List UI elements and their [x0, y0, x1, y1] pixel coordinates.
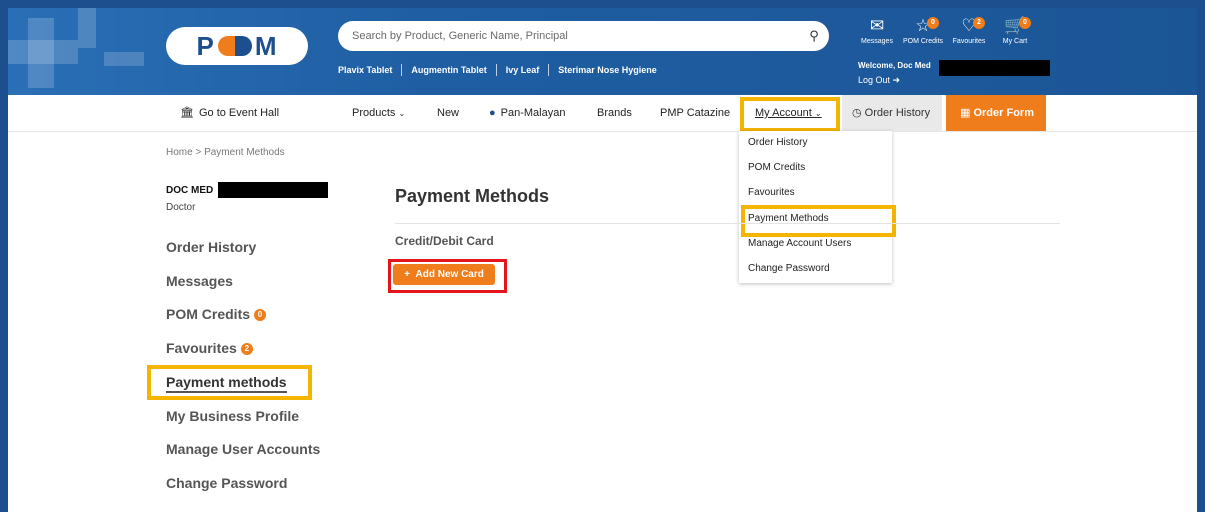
credits-badge: 0	[254, 309, 267, 321]
nav-products-label: Products	[352, 107, 396, 119]
decor-cross	[104, 52, 144, 66]
page-title: Payment Methods	[395, 186, 550, 206]
sidebar-item-label: Messages	[166, 273, 233, 289]
nav-order-history[interactable]: ◷ Order History	[842, 95, 942, 131]
chevron-down-icon: ⌄	[398, 109, 406, 118]
favourites-badge: 2	[240, 343, 253, 355]
welcome-text: Welcome, Doc Med	[858, 61, 931, 70]
plus-icon: +	[404, 269, 410, 280]
cart-icon: 🛒	[1004, 16, 1026, 35]
favourites-label: Favourites	[952, 38, 986, 45]
sidebar-item-label: Manage User Accounts	[166, 441, 321, 457]
nav-event-hall[interactable]: 🏛 Go to Event Hall	[180, 95, 279, 131]
favourites-count-badge: 2	[973, 17, 985, 29]
highlight-my-account	[740, 97, 840, 132]
nav-brands[interactable]: Brands	[597, 95, 632, 131]
nav-catazine[interactable]: PMP Catazine	[660, 95, 730, 131]
breadcrumb: Home > Payment Methods	[166, 147, 285, 158]
highlight-dropdown-payment-methods	[741, 205, 896, 237]
logout-icon: ➜	[892, 75, 901, 85]
redaction-bar	[939, 60, 1050, 76]
section-label: Credit/Debit Card	[395, 234, 494, 248]
sidebar-item-manage-user-accounts[interactable]: Manage User Accounts	[166, 441, 320, 457]
cart-button[interactable]: 🛒 0 My Cart	[992, 16, 1038, 45]
sidebar-item-messages[interactable]: Messages	[166, 273, 233, 289]
pom-credits-label: POM Credits	[902, 38, 944, 45]
nav-pan-malayan-label: Pan-Malayan	[500, 107, 566, 119]
search-icon[interactable]: ⚲	[805, 27, 823, 45]
favourites-button[interactable]: ♡ 2 Favourites	[946, 16, 992, 45]
sidebar-item-order-history[interactable]: Order History	[166, 239, 256, 255]
quick-link[interactable]: Plavix Tablet	[338, 65, 401, 75]
quick-link[interactable]: Augmentin Tablet	[402, 65, 495, 75]
user-name: DOC MED	[166, 185, 214, 196]
redaction-bar	[218, 182, 328, 198]
nav-pan-malayan[interactable]: ● Pan-Malayan	[489, 95, 565, 131]
divider	[395, 223, 1060, 224]
nav-products[interactable]: Products ⌄	[352, 95, 405, 131]
messages-label: Messages	[861, 38, 893, 45]
sidebar-item-pom-credits[interactable]: POM Credits 0	[166, 306, 267, 322]
sidebar-item-label: POM Credits	[166, 306, 251, 322]
credits-count-badge: 0	[927, 17, 939, 29]
sidebar-item-label: Change Password	[166, 475, 288, 491]
sidebar-item-label: Order History	[166, 239, 257, 255]
dropdown-order-history[interactable]: Order History	[748, 137, 807, 148]
sidebar-item-favourites[interactable]: Favourites 2	[166, 340, 253, 356]
pom-credits-button[interactable]: ☆ 0 POM Credits	[900, 16, 946, 45]
messages-button[interactable]: ✉ Messages	[854, 16, 900, 45]
dropdown-change-password[interactable]: Change Password	[748, 263, 830, 274]
add-new-card-label: Add New Card	[415, 269, 484, 280]
logo-m: M	[254, 30, 278, 61]
quick-links: Plavix Tablet Augmentin Tablet Ivy Leaf …	[338, 63, 666, 77]
search-input[interactable]	[338, 21, 829, 51]
header-icons: ✉ Messages ☆ 0 POM Credits ♡ 2 Favourite…	[854, 16, 1038, 45]
nav-order-form-label: Order Form	[973, 107, 1034, 119]
clock-icon: ◷	[852, 107, 862, 119]
quick-link[interactable]: Sterimar Nose Hygiene	[549, 65, 666, 75]
decor-cross	[8, 40, 78, 64]
pom-logo[interactable]: PM	[166, 27, 308, 65]
quick-link[interactable]: Ivy Leaf	[497, 65, 549, 75]
bank-icon: 🏛	[180, 107, 194, 119]
logout-link[interactable]: Log Out ➜	[858, 75, 900, 86]
document-icon: ▦	[960, 107, 971, 119]
header: PM ⚲ Plavix Tablet Augmentin Tablet Ivy …	[8, 8, 1197, 95]
nav-new[interactable]: New	[437, 95, 459, 131]
decor-cross	[78, 8, 96, 48]
dropdown-manage-account-users[interactable]: Manage Account Users	[748, 238, 851, 249]
logout-label: Log Out	[858, 75, 891, 85]
nav-order-history-label: Order History	[864, 107, 931, 119]
cart-count-badge: 0	[1019, 17, 1031, 29]
globe-icon: ●	[489, 107, 496, 119]
add-new-card-button[interactable]: + Add New Card	[393, 264, 495, 285]
page: PM ⚲ Plavix Tablet Augmentin Tablet Ivy …	[8, 8, 1197, 512]
nav-order-form[interactable]: ▦ Order Form	[946, 95, 1046, 131]
logo-pill-icon	[217, 36, 252, 56]
sidebar-item-label: Favourites	[166, 340, 237, 356]
heart-icon: ♡	[961, 16, 977, 35]
dropdown-pom-credits[interactable]: POM Credits	[748, 162, 805, 173]
nav-event-hall-label: Go to Event Hall	[198, 107, 280, 119]
cart-label: My Cart	[1002, 38, 1028, 45]
inbox-icon: ✉	[869, 16, 885, 35]
sidebar-item-business-profile[interactable]: My Business Profile	[166, 408, 299, 424]
star-icon: ☆	[915, 16, 931, 35]
sidebar-item-label: My Business Profile	[166, 408, 300, 424]
sidebar-item-change-password[interactable]: Change Password	[166, 475, 287, 491]
highlight-sidebar-payment-methods	[147, 365, 312, 400]
dropdown-favourites[interactable]: Favourites	[748, 187, 795, 198]
user-role: Doctor	[166, 202, 196, 213]
logo-p: P	[196, 30, 215, 61]
